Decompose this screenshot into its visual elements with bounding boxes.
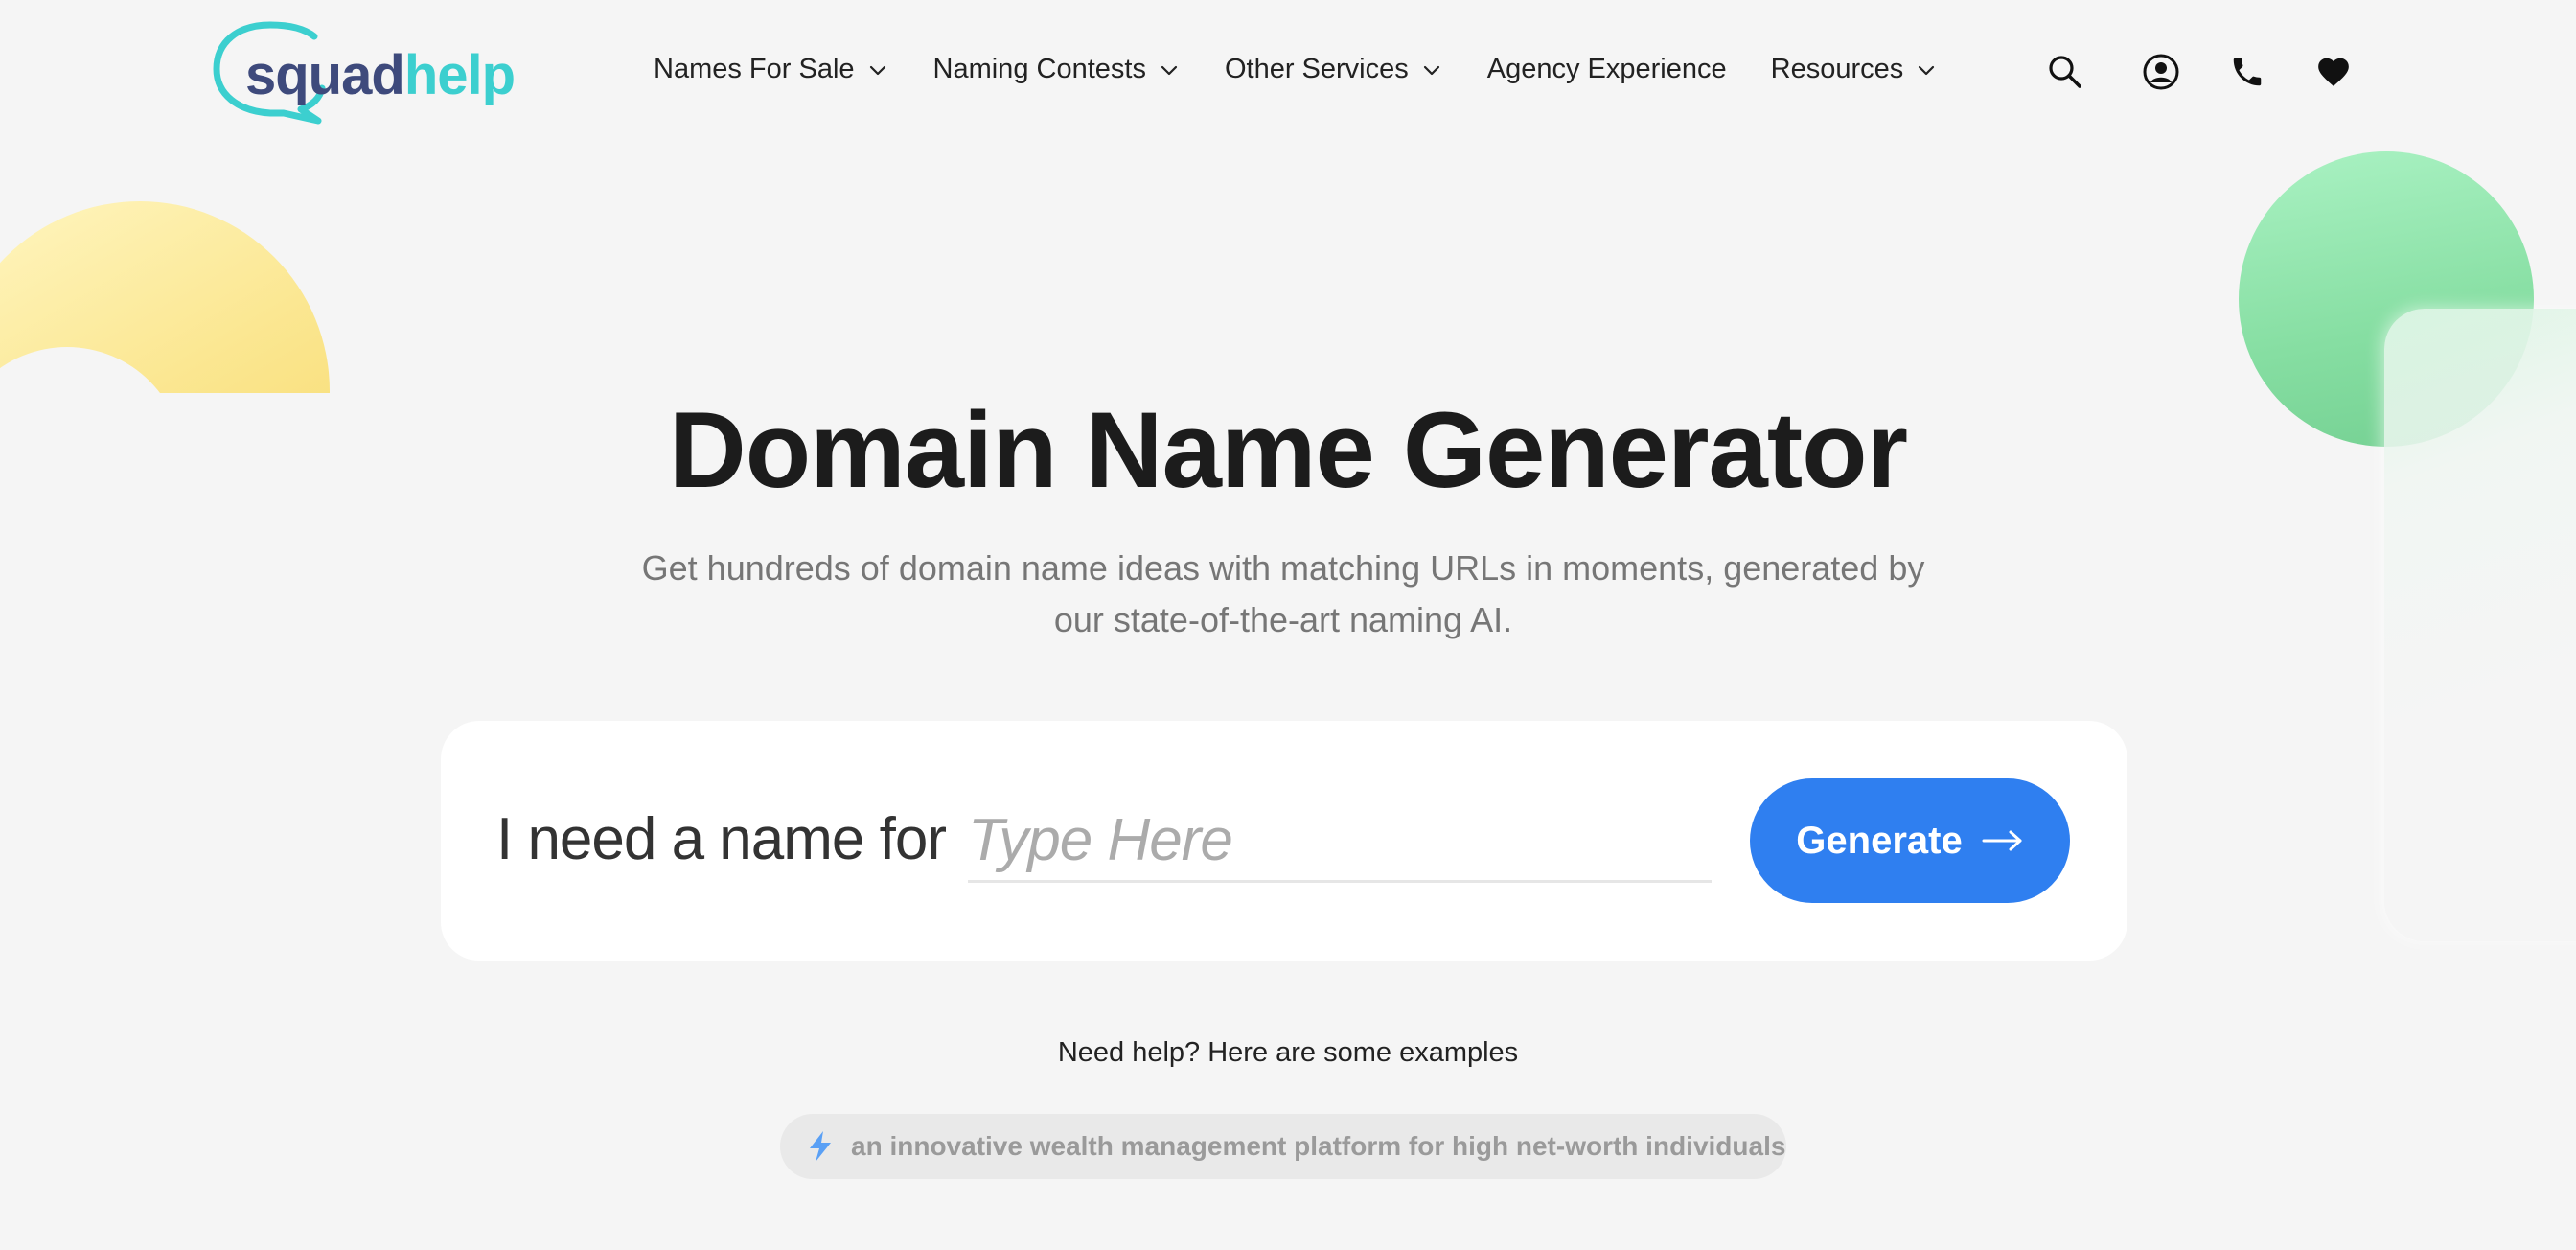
favorites-button[interactable] xyxy=(2313,52,2354,92)
chevron-down-icon xyxy=(1919,65,1935,75)
header-actions xyxy=(2045,52,2354,92)
input-prefix-label: I need a name for xyxy=(496,806,947,872)
phone-icon xyxy=(2233,58,2262,86)
logo-text-squad: squad xyxy=(245,44,405,106)
nav-item-label: Other Services xyxy=(1224,54,1409,84)
nav-item-agency-experience[interactable]: Agency Experience xyxy=(1487,54,1727,85)
generate-button-label: Generate xyxy=(1796,819,1963,862)
name-description-input[interactable] xyxy=(968,799,1712,883)
nav-item-label: Naming Contests xyxy=(932,54,1146,84)
chevron-down-icon xyxy=(1161,65,1178,75)
nav-item-names-for-sale[interactable]: Names For Sale xyxy=(654,54,887,85)
search-icon xyxy=(2049,56,2082,88)
arrow-right-icon xyxy=(1982,829,2024,852)
generate-button[interactable]: Generate xyxy=(1750,778,2070,903)
examples-help-text: Need help? Here are some examples xyxy=(1057,1037,1519,1068)
squadhelp-logo[interactable]: squadhelp xyxy=(213,21,529,125)
nav-item-label: Resources xyxy=(1770,54,1904,84)
site-header: squadhelp Names For Sale Naming Contests… xyxy=(0,0,2576,144)
page-title: Domain Name Generator xyxy=(668,390,1908,510)
lightning-bolt-icon xyxy=(801,1127,840,1166)
user-account-icon xyxy=(2143,54,2179,90)
heart-icon xyxy=(2318,58,2349,86)
example-suggestion-text: an innovative wealth management platform… xyxy=(851,1131,1786,1161)
example-suggestion[interactable]: an innovative wealth management platform… xyxy=(780,1114,1786,1179)
nav-item-resources[interactable]: Resources xyxy=(1771,54,1937,85)
phone-button[interactable] xyxy=(2227,52,2267,92)
nav-item-other-services[interactable]: Other Services xyxy=(1225,54,1441,85)
nav-item-naming-contests[interactable]: Naming Contests xyxy=(933,54,1179,85)
page-subtitle: Get hundreds of domain name ideas with m… xyxy=(641,548,1925,639)
logo-text-help: help xyxy=(403,44,516,106)
nav-item-label: Names For Sale xyxy=(654,54,855,84)
logo-wordmark: squadhelp xyxy=(245,48,516,104)
nav-item-label: Agency Experience xyxy=(1486,54,1727,84)
name-generator-card: I need a name for Generate xyxy=(441,721,2128,961)
main-nav: Names For Sale Naming Contests Other Ser… xyxy=(654,54,1982,85)
search-button[interactable] xyxy=(2045,52,2085,92)
chevron-down-icon xyxy=(869,65,886,75)
chevron-down-icon xyxy=(1423,65,1439,75)
account-button[interactable] xyxy=(2141,52,2181,92)
